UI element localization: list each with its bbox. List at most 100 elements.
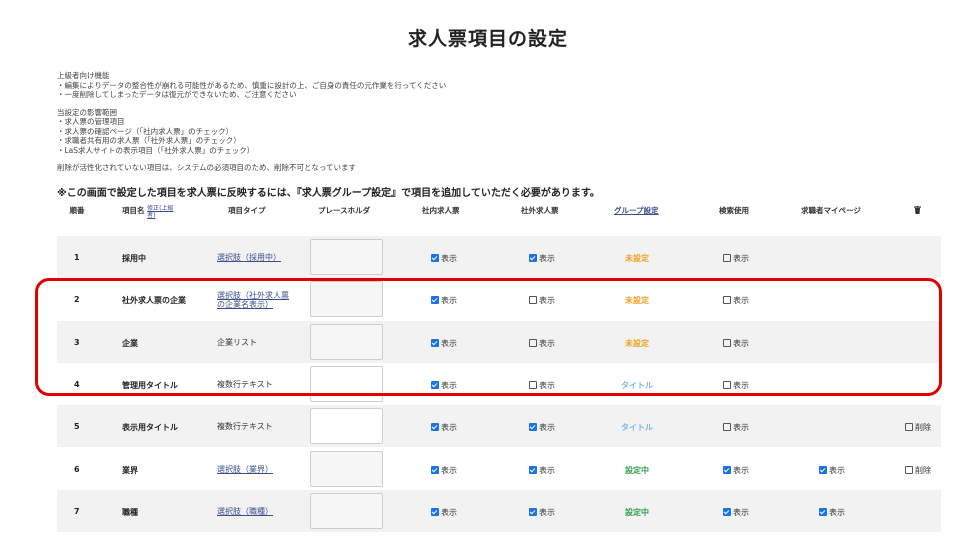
header-placeholder: プレースホルダ xyxy=(318,206,371,215)
checkbox[interactable] xyxy=(529,381,537,389)
checkbox[interactable] xyxy=(431,381,439,389)
search-show-checkbox[interactable]: 表示 xyxy=(723,422,749,433)
checkbox[interactable] xyxy=(431,423,439,431)
row-item-type-link[interactable]: 選択肢（職種） xyxy=(217,507,289,516)
external-show-checkbox[interactable]: 表示 xyxy=(529,422,555,433)
internal-show-checkbox[interactable]: 表示 xyxy=(431,422,457,433)
checkbox-label: 表示 xyxy=(733,508,749,517)
internal-show-checkbox[interactable]: 表示 xyxy=(431,380,457,391)
header-item-type: 項目タイプ xyxy=(228,206,266,215)
row-item-name: 業界 xyxy=(122,466,138,475)
table-row: 2 社外求人票の企業 選択肢（社外求人票の企業名表示） 表示 表示 未設定 表示 xyxy=(57,278,941,320)
header-order: 順番 xyxy=(69,206,85,215)
placeholder-input[interactable] xyxy=(310,451,383,487)
group-status[interactable]: 設定中 xyxy=(607,465,667,476)
checkbox[interactable] xyxy=(905,466,913,474)
checkbox[interactable] xyxy=(529,339,537,347)
notes-line: ・編集によりデータの整合性が崩れる可能性があるため、慎重に設計の上、ご自身の責任… xyxy=(57,80,447,90)
checkbox[interactable] xyxy=(723,423,731,431)
search-show-checkbox[interactable]: 表示 xyxy=(723,338,749,349)
group-status[interactable]: 未設定 xyxy=(607,253,667,264)
checkbox[interactable] xyxy=(529,296,537,304)
notes-line: ・求人票の管理項目 xyxy=(57,117,125,126)
external-show-checkbox[interactable]: 表示 xyxy=(529,465,555,476)
checkbox[interactable] xyxy=(529,508,537,516)
checkbox[interactable] xyxy=(819,466,827,474)
search-show-checkbox[interactable]: 表示 xyxy=(723,507,749,518)
external-show-checkbox[interactable]: 表示 xyxy=(529,295,555,306)
checkbox-label: 表示 xyxy=(441,423,457,432)
row-item-name: 職種 xyxy=(122,508,138,517)
group-status[interactable]: 設定中 xyxy=(607,507,667,518)
checkbox[interactable] xyxy=(723,254,731,262)
placeholder-input[interactable] xyxy=(310,281,383,317)
external-show-checkbox[interactable]: 表示 xyxy=(529,253,555,264)
external-show-checkbox[interactable]: 表示 xyxy=(529,338,555,349)
notes-block: 上級者向け機能 ・編集によりデータの整合性が崩れる可能性があるため、慎重に設計の上… xyxy=(57,71,446,100)
header-mypage: 求職者マイページ xyxy=(801,206,861,215)
page-title: 求人票項目の設定 xyxy=(407,28,568,50)
checkbox-label: 削除 xyxy=(915,466,931,475)
checkbox[interactable] xyxy=(723,381,731,389)
checkbox[interactable] xyxy=(723,466,731,474)
notes-line: ・一度削除してしまったデータは復元ができないため、ご注意ください xyxy=(57,90,297,99)
checkbox[interactable] xyxy=(819,508,827,516)
checkbox[interactable] xyxy=(431,254,439,262)
internal-show-checkbox[interactable]: 表示 xyxy=(431,465,457,476)
checkbox[interactable] xyxy=(723,296,731,304)
group-status[interactable]: タイトル xyxy=(607,422,667,433)
internal-show-checkbox[interactable]: 表示 xyxy=(431,253,457,264)
external-show-checkbox[interactable]: 表示 xyxy=(529,380,555,391)
checkbox[interactable] xyxy=(529,466,537,474)
notes-line: 削除が活性化されていない項目は、システムの必須項目のため、削除不可となっています xyxy=(57,163,356,172)
row-item-type-link[interactable]: 選択肢（社外求人票の企業名表示） xyxy=(217,291,289,309)
notes-line: ・求人票の確認ページ（「社内求人票」のチェック） xyxy=(57,126,234,136)
delete-checkbox[interactable]: 削除 xyxy=(905,465,931,476)
header-item-name-label: 項目名 xyxy=(122,206,145,215)
placeholder-input[interactable] xyxy=(310,324,383,360)
table-row: 3 企業 企業リスト 表示 表示 未設定 表示 xyxy=(57,321,941,363)
placeholder-input[interactable] xyxy=(310,408,383,444)
row-item-type: 複数行テキスト xyxy=(217,422,273,431)
checkbox[interactable] xyxy=(431,339,439,347)
row-item-name: 企業 xyxy=(122,339,138,348)
internal-show-checkbox[interactable]: 表示 xyxy=(431,507,457,518)
checkbox[interactable] xyxy=(431,508,439,516)
table-row: 4 管理用タイトル 複数行テキスト 表示 表示 タイトル 表示 xyxy=(57,363,941,405)
placeholder-input[interactable] xyxy=(310,366,383,402)
checkbox-label: 表示 xyxy=(441,339,457,348)
notes-block: 削除が活性化されていない項目は、システムの必須項目のため、削除不可となっています xyxy=(57,163,446,173)
group-status[interactable]: 未設定 xyxy=(607,338,667,349)
notes-block: 当設定の影響範囲 ・求人票の管理項目 ・求人票の確認ページ（「社内求人票」のチェック… xyxy=(57,108,446,156)
mypage-show-checkbox[interactable]: 表示 xyxy=(819,507,845,518)
mypage-show-checkbox[interactable]: 表示 xyxy=(819,465,845,476)
search-show-checkbox[interactable]: 表示 xyxy=(723,295,749,306)
checkbox[interactable] xyxy=(529,423,537,431)
checkbox[interactable] xyxy=(723,339,731,347)
search-show-checkbox[interactable]: 表示 xyxy=(723,253,749,264)
checkbox[interactable] xyxy=(905,423,913,431)
group-status[interactable]: 未設定 xyxy=(607,295,667,306)
placeholder-input[interactable] xyxy=(310,493,383,529)
table-row: 1 採用中 選択肢（採用中） 表示 表示 未設定 表示 xyxy=(57,236,941,278)
checkbox[interactable] xyxy=(431,296,439,304)
external-show-checkbox[interactable]: 表示 xyxy=(529,507,555,518)
internal-show-checkbox[interactable]: 表示 xyxy=(431,338,457,349)
row-item-name: 管理用タイトル xyxy=(122,381,178,390)
group-status[interactable]: タイトル xyxy=(607,380,667,391)
notes-line: 当設定の影響範囲 xyxy=(57,107,117,117)
group-settings-link[interactable]: グループ設定 xyxy=(614,206,659,215)
placeholder-input[interactable] xyxy=(310,239,383,275)
checkbox-label: 表示 xyxy=(539,423,555,432)
checkbox[interactable] xyxy=(431,466,439,474)
search-show-checkbox[interactable]: 表示 xyxy=(723,380,749,391)
row-item-type-link[interactable]: 選択肢（採用中） xyxy=(217,253,289,262)
row-item-type-link[interactable]: 選択肢（業界） xyxy=(217,465,289,474)
search-show-checkbox[interactable]: 表示 xyxy=(723,465,749,476)
checkbox[interactable] xyxy=(529,254,537,262)
edit-advanced-link[interactable]: 修正(上級者) xyxy=(147,205,177,219)
delete-checkbox[interactable]: 削除 xyxy=(905,422,931,433)
checkbox[interactable] xyxy=(723,508,731,516)
internal-show-checkbox[interactable]: 表示 xyxy=(431,295,457,306)
notice-text: ※この画面で設定した項目を求人票に反映するには、『求人票グループ設定』で項目を追… xyxy=(57,188,600,199)
